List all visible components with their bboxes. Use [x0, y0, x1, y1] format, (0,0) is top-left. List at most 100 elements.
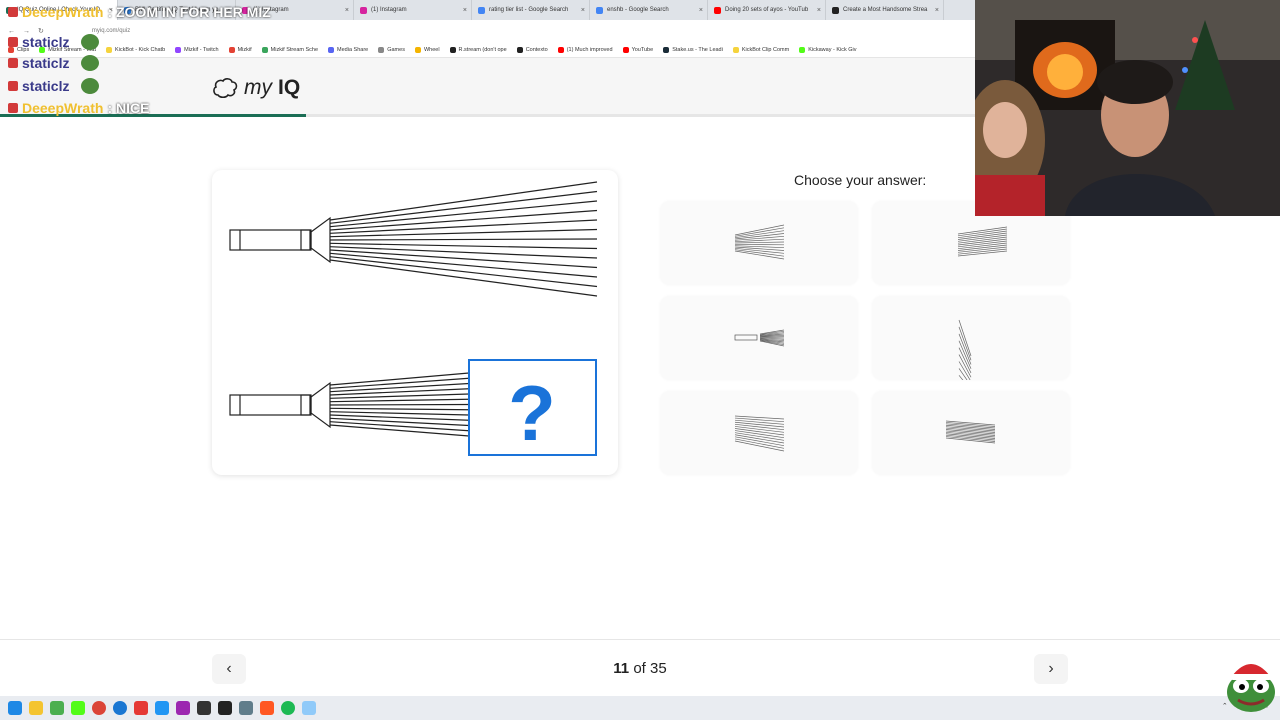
spotify-icon[interactable] [281, 701, 295, 715]
bookmark-item[interactable]: Stake.us - The Leadi [663, 46, 723, 53]
browser-tab[interactable]: Doing 20 sets of ayos - YouTub × [708, 0, 826, 20]
tab-label: (1) Instagram [371, 7, 407, 13]
option-3-figure [734, 329, 785, 347]
close-icon[interactable]: × [699, 7, 703, 14]
bookmark-item[interactable]: Media Share [328, 46, 369, 53]
close-icon[interactable]: × [345, 7, 349, 14]
chat-text: : NICE [107, 100, 150, 116]
chat-username: DeeepWrath [22, 100, 104, 116]
os-taskbar: ⌃ ◐ ◀ ▭ [0, 696, 1280, 720]
bookmark-item[interactable]: (1) Much improved [557, 46, 613, 53]
stream-chat-overlay: DeeepWrath: ZOOM IN FOR HER MIZ staticlz s… [4, 0, 334, 120]
browser-icon[interactable] [113, 701, 127, 715]
next-question-button[interactable]: › [1034, 654, 1068, 684]
bookmark-label: KickBot Clip Comm [741, 46, 790, 53]
tab-label: Doing 20 sets of ayos - YouTub [725, 7, 809, 13]
tab-label: enshb - Google Search [607, 7, 669, 13]
app-icon[interactable] [134, 701, 148, 715]
file-explorer-icon[interactable] [29, 701, 43, 715]
bookmark-label: Contexto [525, 46, 548, 53]
tab-favicon-icon [714, 6, 721, 14]
chat-badge-icon [8, 7, 18, 17]
answer-option-5[interactable] [660, 391, 858, 475]
tab-favicon-icon [360, 6, 367, 14]
chat-message: staticlz [8, 78, 100, 94]
option-6-figure [945, 420, 996, 444]
frog-emote-sticker [1227, 654, 1275, 712]
bookmark-favicon-icon [732, 46, 739, 53]
answer-option-3[interactable] [660, 296, 858, 380]
option-4-figure [958, 319, 972, 380]
chat-text: : ZOOM IN FOR HER MIZ [107, 4, 271, 20]
chat-message: DeeepWrath: ZOOM IN FOR HER MIZ [8, 4, 271, 20]
tab-favicon-icon [478, 6, 485, 14]
tab-label: Create a Most Handsome Strea [843, 7, 928, 13]
chat-message: staticlz [8, 55, 100, 71]
bookmark-label: R.stream (don't ope [458, 46, 507, 53]
bookmark-item[interactable]: Wheel [414, 46, 440, 53]
question-counter: 11 of 35 [0, 660, 1280, 677]
chat-badge-icon [8, 58, 18, 68]
browser-tab[interactable]: Create a Most Handsome Strea × [826, 0, 944, 20]
answer-option-6[interactable] [872, 391, 1070, 475]
webcam-overlay [975, 0, 1280, 216]
browser-tab[interactable]: enshb - Google Search × [590, 0, 708, 20]
bookmark-item[interactable]: Contexto [516, 46, 548, 53]
chat-badge-icon [8, 37, 18, 47]
bookmark-favicon-icon [378, 46, 385, 53]
answer-option-4[interactable] [872, 296, 1070, 380]
bookmark-item[interactable]: KickBot Clip Comm [732, 46, 790, 53]
question-mark: ? [508, 369, 556, 457]
chat-badge-icon [8, 103, 18, 113]
question-figure: ? [229, 181, 598, 457]
bookmark-item[interactable]: R.stream (don't ope [449, 46, 507, 53]
app-icon[interactable] [50, 701, 64, 715]
choose-answer-label: Choose your answer: [794, 172, 927, 188]
app-icon[interactable] [176, 701, 190, 715]
chevron-right-icon: › [1048, 660, 1054, 677]
browser-tab[interactable]: rating tier list - Google Search × [472, 0, 590, 20]
bookmark-favicon-icon [622, 46, 629, 53]
top-flashlight-figure [229, 181, 598, 297]
bookmark-item[interactable]: Games [378, 46, 405, 53]
chat-message: staticlz [8, 34, 100, 50]
bookmark-favicon-icon [663, 46, 670, 53]
app-icon[interactable] [260, 701, 274, 715]
chat-username: staticlz [22, 34, 70, 50]
obs-icon[interactable] [197, 701, 211, 715]
bookmark-label: Wheel [423, 46, 440, 53]
bookmark-item[interactable]: YouTube [622, 46, 653, 53]
close-icon[interactable]: × [935, 7, 939, 14]
chat-username: DeeepWrath [22, 4, 104, 20]
pepe-emote-icon [81, 55, 100, 71]
tab-label: rating tier list - Google Search [489, 7, 569, 13]
app-icon[interactable] [239, 701, 253, 715]
chat-message: DeeepWrath: NICE [8, 100, 149, 116]
close-icon[interactable]: × [817, 7, 821, 14]
bookmark-label: Media Share [337, 46, 369, 53]
quiz-footer: ‹ 11 of 35 › [0, 639, 1280, 696]
start-menu-icon[interactable] [8, 701, 22, 715]
counter-of-label: of [633, 660, 646, 677]
question-card: ? [212, 170, 618, 475]
option-1-figure [734, 224, 785, 260]
app-icon[interactable] [302, 701, 316, 715]
close-icon[interactable]: × [581, 7, 585, 14]
bookmark-label: (1) Much improved [566, 46, 613, 53]
app-icon[interactable] [155, 701, 169, 715]
tab-favicon-icon [832, 6, 839, 14]
bookmark-label: Stake.us - The Leadi [672, 46, 723, 53]
close-icon[interactable]: × [463, 7, 467, 14]
browser-tab[interactable]: (1) Instagram × [354, 0, 472, 20]
app-icon[interactable] [218, 701, 232, 715]
option-5-figure [734, 415, 785, 452]
kick-icon[interactable] [71, 701, 85, 715]
chrome-icon[interactable] [92, 701, 106, 715]
chat-username: staticlz [22, 78, 70, 94]
bookmark-label: Games [387, 46, 405, 53]
bookmark-label: Kickaway - Kick Giv [808, 46, 857, 53]
bottom-flashlight-figure [229, 372, 470, 437]
bookmark-item[interactable]: Kickaway - Kick Giv [799, 46, 857, 53]
answer-option-1[interactable] [660, 201, 858, 285]
total-questions: 35 [650, 660, 667, 677]
